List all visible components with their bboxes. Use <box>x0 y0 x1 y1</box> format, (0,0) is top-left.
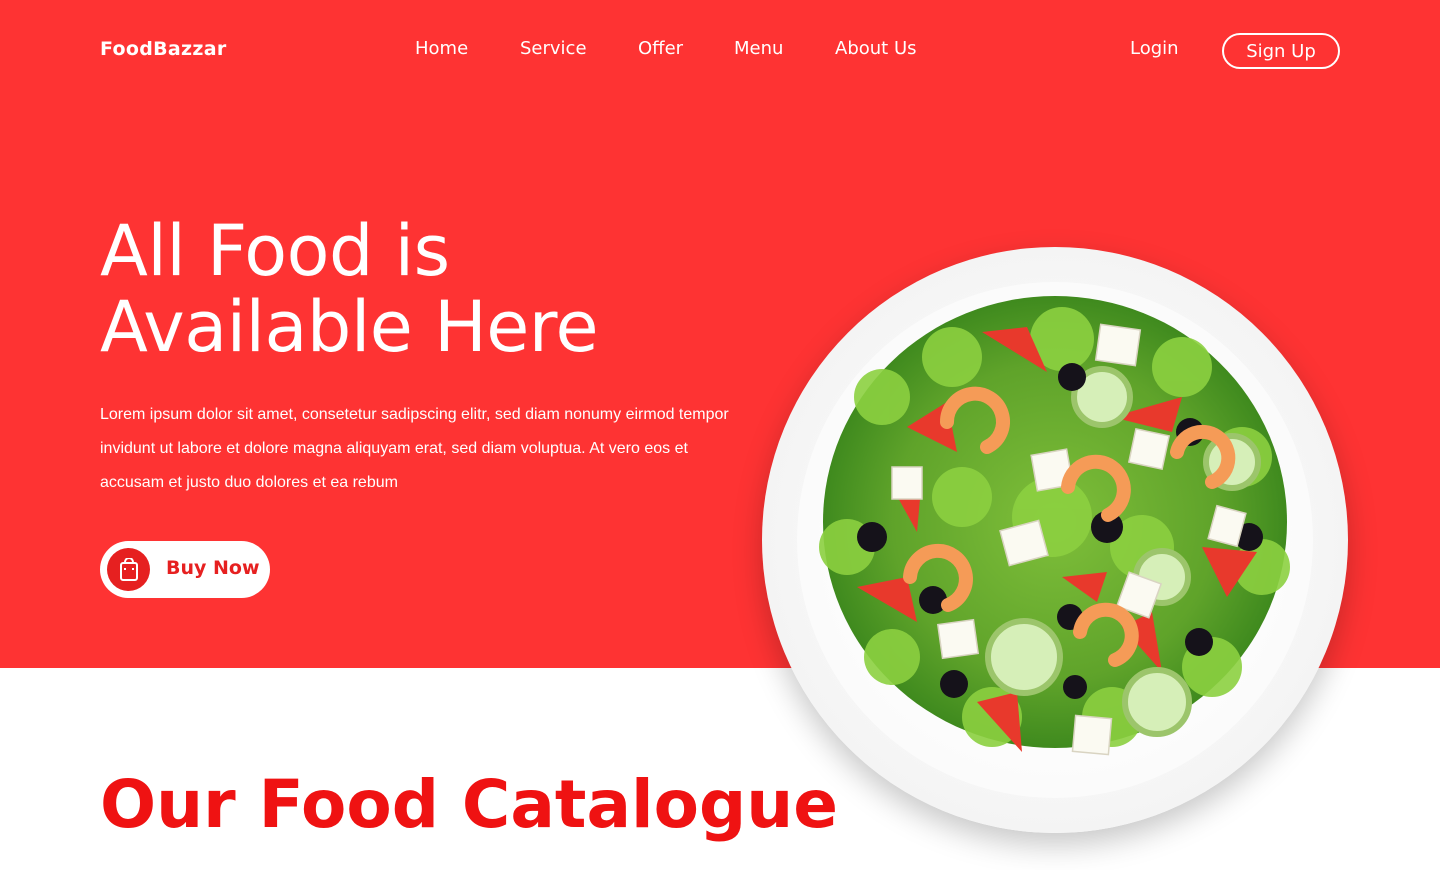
salad-illustration <box>797 282 1313 798</box>
nav-item-offer[interactable]: Offer <box>638 38 683 59</box>
nav-item-home[interactable]: Home <box>415 38 468 59</box>
shopping-bag-icon <box>107 548 150 591</box>
hero-title: All Food is Available Here <box>100 210 599 368</box>
sign-up-button[interactable]: Sign Up <box>1222 33 1340 69</box>
buy-now-label: Buy Now <box>166 557 260 579</box>
buy-now-button[interactable]: Buy Now <box>100 541 270 598</box>
catalogue-heading: Our Food Catalogue <box>100 766 838 843</box>
hero-title-line-2: Available Here <box>100 286 599 368</box>
login-link[interactable]: Login <box>1130 38 1179 59</box>
nav-item-menu[interactable]: Menu <box>734 38 783 59</box>
brand-logo[interactable]: FoodBazzar <box>100 38 227 60</box>
hero-title-line-1: All Food is <box>100 210 450 292</box>
salad-plate-image <box>762 247 1348 833</box>
nav-item-about-us[interactable]: About Us <box>835 38 917 59</box>
hero-description: Lorem ipsum dolor sit amet, consetetur s… <box>100 406 729 491</box>
nav-item-service[interactable]: Service <box>520 38 587 59</box>
